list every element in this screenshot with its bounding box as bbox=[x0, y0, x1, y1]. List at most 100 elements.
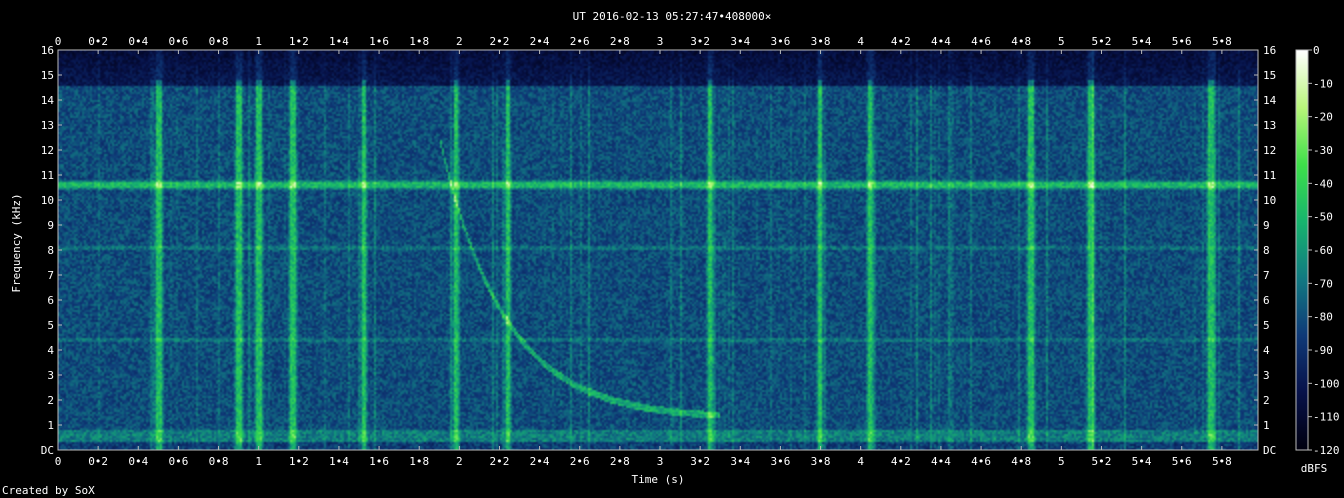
x-tick-label-bottom: 2•8 bbox=[610, 455, 630, 468]
x-tick-label-bottom: 2•6 bbox=[570, 455, 590, 468]
y-tick-label-left: 9 bbox=[47, 219, 54, 232]
x-tick-label-top: 4•8 bbox=[1011, 35, 1031, 48]
x-tick-label-bottom: 1•2 bbox=[289, 455, 309, 468]
x-tick-label-bottom: 0•4 bbox=[128, 455, 148, 468]
x-tick-label-bottom: 0•6 bbox=[168, 455, 188, 468]
y-axis-label: Frequency (kHz) bbox=[10, 193, 23, 292]
x-tick-label-bottom: 3 bbox=[657, 455, 664, 468]
x-tick-label-top: 2•6 bbox=[570, 35, 590, 48]
y-tick-label-right: 5 bbox=[1263, 319, 1270, 332]
x-tick-label-top: 1•2 bbox=[289, 35, 309, 48]
y-tick-label-right: 11 bbox=[1263, 169, 1276, 182]
colorbar-tick-label: -90 bbox=[1313, 344, 1333, 357]
x-tick-label-bottom: 4•4 bbox=[931, 455, 951, 468]
y-tick-label-right: 6 bbox=[1263, 294, 1270, 307]
y-tick-label-left: 8 bbox=[47, 244, 54, 257]
y-tick-label-right: 4 bbox=[1263, 344, 1270, 357]
x-tick-label-bottom: 1•6 bbox=[369, 455, 389, 468]
y-tick-label-left: 5 bbox=[47, 319, 54, 332]
colorbar-tick-label: -40 bbox=[1313, 177, 1333, 190]
x-tick-label-top: 2 bbox=[456, 35, 463, 48]
y-tick-label-left: 1 bbox=[47, 419, 54, 432]
x-tick-label-bottom: 3•8 bbox=[811, 455, 831, 468]
colorbar-gradient bbox=[1296, 50, 1308, 450]
y-tick-label-right: 12 bbox=[1263, 144, 1276, 157]
x-tick-label-bottom: 3•2 bbox=[690, 455, 710, 468]
y-tick-label-right: 7 bbox=[1263, 269, 1270, 282]
x-tick-label-top: 3•4 bbox=[730, 35, 750, 48]
x-tick-label-bottom: 5•2 bbox=[1092, 455, 1112, 468]
x-tick-label-top: 5•8 bbox=[1212, 35, 1232, 48]
x-tick-label-bottom: 0•8 bbox=[209, 455, 229, 468]
y-tick-label-left: 15 bbox=[41, 69, 54, 82]
colorbar: 0 -10 -20 -30 -40 -50 -60 -70 -80 -90 -100 -110 -120… bbox=[1295, 44, 1340, 475]
x-tick-label-top: 4 bbox=[857, 35, 864, 48]
y-tick-label-left: 10 bbox=[41, 194, 54, 207]
y-tick-label-right: 1 bbox=[1263, 419, 1270, 432]
x-tick-label-top: 2•8 bbox=[610, 35, 630, 48]
colorbar-tick-label: -70 bbox=[1313, 277, 1333, 290]
y-tick-label-right: 2 bbox=[1263, 394, 1270, 407]
x-tick-label-bottom: 0 bbox=[55, 455, 62, 468]
x-tick-label-top: 1 bbox=[255, 35, 262, 48]
y-tick-label-right: 15 bbox=[1263, 69, 1276, 82]
colorbar-tick-label: -110 bbox=[1313, 411, 1340, 424]
y-tick-label-left: 6 bbox=[47, 294, 54, 307]
y-tick-label-right: 8 bbox=[1263, 244, 1270, 257]
y-tick-label-right: DC bbox=[1263, 444, 1276, 457]
x-tick-label-bottom: 4 bbox=[857, 455, 864, 468]
x-tick-label-bottom: 5•4 bbox=[1132, 455, 1152, 468]
x-tick-label-bottom: 3•6 bbox=[770, 455, 790, 468]
y-tick-label-right: 13 bbox=[1263, 119, 1276, 132]
x-tick-label-top: 2•4 bbox=[530, 35, 550, 48]
x-tick-label-bottom: 5 bbox=[1058, 455, 1065, 468]
colorbar-tick-label: -100 bbox=[1313, 377, 1340, 390]
colorbar-tick-label: -60 bbox=[1313, 244, 1333, 257]
x-tick-label-top: 5•6 bbox=[1172, 35, 1192, 48]
spectrogram-image bbox=[58, 50, 1258, 450]
x-tick-label-bottom: 2•2 bbox=[490, 455, 510, 468]
y-tick-label-left: 12 bbox=[41, 144, 54, 157]
x-tick-label-top: 5•4 bbox=[1132, 35, 1152, 48]
y-tick-label-left: 13 bbox=[41, 119, 54, 132]
colorbar-tick-label: -10 bbox=[1313, 77, 1333, 90]
y-tick-label-right: 14 bbox=[1263, 94, 1277, 107]
x-tick-label-bottom: 5•8 bbox=[1212, 455, 1232, 468]
x-tick-label-bottom: 1•4 bbox=[329, 455, 349, 468]
x-tick-label-top: 2•2 bbox=[490, 35, 510, 48]
x-tick-label-top: 1•6 bbox=[369, 35, 389, 48]
y-tick-label-left: 3 bbox=[47, 369, 54, 382]
footer-credit: Created by SoX bbox=[2, 484, 95, 497]
y-tick-label-right: 10 bbox=[1263, 194, 1276, 207]
x-tick-label-bottom: 2 bbox=[456, 455, 463, 468]
x-axis-label: Time (s) bbox=[632, 473, 685, 486]
chart-title: UT 2016-02-13 05:27:47•408000× bbox=[573, 10, 772, 23]
colorbar-tick-label: 0 bbox=[1313, 44, 1320, 57]
y-tick-label-left: 2 bbox=[47, 394, 54, 407]
x-tick-label-top: 3•8 bbox=[811, 35, 831, 48]
colorbar-label: dBFS bbox=[1301, 462, 1328, 475]
y-tick-label-left: DC bbox=[41, 444, 54, 457]
y-tick-label-left: 14 bbox=[41, 94, 55, 107]
colorbar-tick-label: -30 bbox=[1313, 144, 1333, 157]
x-tick-label-bottom: 2•4 bbox=[530, 455, 550, 468]
x-tick-label-top: 0 bbox=[55, 35, 62, 48]
x-tick-label-top: 3 bbox=[657, 35, 664, 48]
x-tick-label-top: 0•6 bbox=[168, 35, 188, 48]
spectrogram-plot bbox=[57, 49, 1259, 451]
x-tick-label-bottom: 5•6 bbox=[1172, 455, 1192, 468]
y-tick-label-right: 16 bbox=[1263, 44, 1276, 57]
x-tick-label-bottom: 4•8 bbox=[1011, 455, 1031, 468]
y-tick-label-left: 11 bbox=[41, 169, 54, 182]
x-tick-label-top: 0•8 bbox=[209, 35, 229, 48]
x-tick-label-bottom: 1•8 bbox=[409, 455, 429, 468]
x-tick-label-top: 4•6 bbox=[971, 35, 991, 48]
x-tick-label-top: 0•4 bbox=[128, 35, 148, 48]
y-tick-label-left: 16 bbox=[41, 44, 54, 57]
x-tick-label-top: 3•2 bbox=[690, 35, 710, 48]
x-tick-label-top: 0•2 bbox=[88, 35, 108, 48]
y-tick-label-right: 9 bbox=[1263, 219, 1270, 232]
colorbar-ticks: 0 -10 -20 -30 -40 -50 -60 -70 -80 -90 -100 -110 -120 bbox=[1308, 44, 1340, 457]
x-tick-label-bottom: 3•4 bbox=[730, 455, 750, 468]
colorbar-tick-label: -50 bbox=[1313, 211, 1333, 224]
